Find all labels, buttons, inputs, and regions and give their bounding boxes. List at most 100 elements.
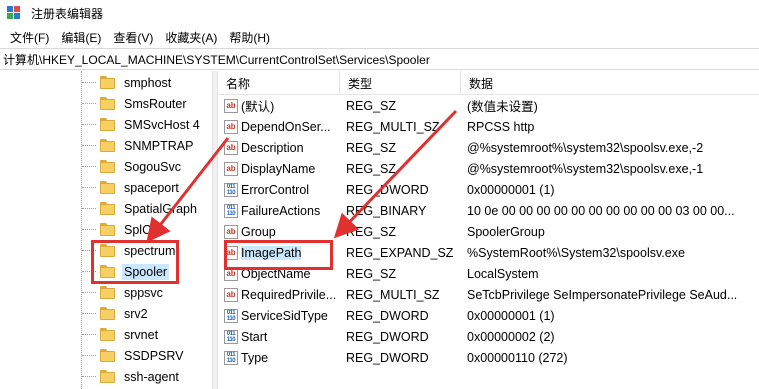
value-name: DisplayName (241, 161, 316, 176)
tree-branch-line (82, 334, 96, 335)
value-type: REG_DWORD (346, 182, 429, 197)
string-value-icon: ab (224, 224, 238, 239)
tree-item-spooler[interactable]: Spooler (82, 261, 170, 282)
value-name-cell: 011 110 ServiceSidType (218, 308, 340, 323)
value-name-cell: 011 110 FailureActions (218, 203, 340, 218)
folder-icon (100, 139, 115, 152)
folder-icon (100, 307, 115, 320)
tree-item-spaceport[interactable]: spaceport (82, 177, 181, 198)
folder-icon (100, 97, 115, 110)
values-list[interactable]: 名称 类型 数据 ab (默认) REG_SZ (数值未设置) ab DependOnSe… (218, 71, 759, 389)
tree-item-srv2[interactable]: srv2 (82, 303, 150, 324)
tree-item-label: SSDPSRV (124, 348, 184, 363)
tree-branch-line (82, 208, 96, 209)
column-header-type[interactable]: 类型 (340, 71, 461, 95)
tree-item-spectrum[interactable]: spectrum (82, 240, 177, 261)
menu-edit[interactable]: 编辑(E) (55, 27, 107, 48)
value-name-cell: 011 110 ErrorControl (218, 182, 340, 197)
tree-branch-line (82, 187, 96, 188)
value-row-[interactable]: ab (默认) REG_SZ (数值未设置) (218, 95, 759, 116)
value-row-failureactions[interactable]: 011 110 FailureActions REG_BINARY 10 0e 00 0… (218, 200, 759, 221)
value-data: LocalSystem (467, 266, 539, 281)
list-header: 名称 类型 数据 (218, 71, 759, 95)
string-value-icon: ab (224, 98, 238, 113)
tree-item-splcx[interactable]: SplCx (82, 219, 159, 240)
value-name: Start (241, 329, 268, 344)
tree-item-label: SmsRouter (124, 96, 187, 111)
string-value-icon: ab (224, 119, 238, 134)
folder-icon (100, 244, 115, 257)
value-type: REG_SZ (346, 161, 397, 176)
value-name: ErrorControl (241, 182, 310, 197)
value-data: SpoolerGroup (467, 224, 545, 239)
tree-item-sogousvc[interactable]: SogouSvc (82, 156, 183, 177)
value-name: ObjectName (241, 266, 311, 281)
value-data: @%systemroot%\system32\spoolsv.exe,-2 (467, 140, 704, 155)
folder-icon (100, 286, 115, 299)
folder-icon (100, 265, 115, 278)
value-row-imagepath[interactable]: ab ImagePath REG_EXPAND_SZ %SystemRoot%\Sys… (218, 242, 759, 263)
title-bar: 注册表编辑器 (0, 0, 759, 26)
tree-branch-line (82, 355, 96, 356)
binary-value-icon: 011 110 (224, 329, 238, 344)
tree-item-smsvchost-4[interactable]: SMSvcHost 4 (82, 114, 202, 135)
value-row-errorcontrol[interactable]: 011 110 ErrorControl REG_DWORD 0x00000001 (1… (218, 179, 759, 200)
tree-item-spatialgraph[interactable]: SpatialGraph (82, 198, 199, 219)
string-value-icon: ab (224, 266, 238, 281)
value-row-start[interactable]: 011 110 Start REG_DWORD 0x00000002 (2) (218, 326, 759, 347)
menu-bar: 文件(F) 编辑(E) 查看(V) 收藏夹(A) 帮助(H) (0, 26, 759, 48)
tree-item-ssh-agent[interactable]: ssh-agent (82, 366, 181, 387)
value-row-description[interactable]: ab Description REG_SZ @%systemroot%\system3… (218, 137, 759, 158)
value-row-displayname[interactable]: ab DisplayName REG_SZ @%systemroot%\system3… (218, 158, 759, 179)
menu-file[interactable]: 文件(F) (4, 27, 55, 48)
address-bar[interactable]: 计算机\HKEY_LOCAL_MACHINE\SYSTEM\CurrentCon… (0, 48, 759, 70)
tree-item-sppsvc[interactable]: sppsvc (82, 282, 165, 303)
value-row-objectname[interactable]: ab ObjectName REG_SZ LocalSystem (218, 263, 759, 284)
tree-branch-line (82, 376, 96, 377)
key-tree[interactable]: smphost SmsRouter SMSvcHost 4 SNMPTRAP Sogou… (0, 71, 212, 389)
value-name-cell: ab ImagePath (218, 245, 340, 260)
tree-item-label: SMSvcHost 4 (124, 117, 200, 132)
value-row-type[interactable]: 011 110 Type REG_DWORD 0x00000110 (272) (218, 347, 759, 368)
tree-item-smsrouter[interactable]: SmsRouter (82, 93, 189, 114)
tree-item-srvnet[interactable]: srvnet (82, 324, 160, 345)
string-value-icon: ab (224, 287, 238, 302)
value-type: REG_SZ (346, 98, 397, 113)
value-name: DependOnSer... (241, 119, 331, 134)
tree-branch-line (82, 124, 96, 125)
menu-view[interactable]: 查看(V) (107, 27, 159, 48)
folder-icon (100, 118, 115, 131)
tree-item-label: SplCx (124, 222, 158, 237)
value-name: Description (241, 140, 304, 155)
value-name-cell: ab (默认) (218, 96, 340, 115)
value-data: RPCSS http (467, 119, 535, 134)
binary-value-icon: 011 110 (224, 182, 238, 197)
value-name: Type (241, 350, 269, 365)
value-row-dependonser[interactable]: ab DependOnSer... REG_MULTI_SZ RPCSS http (218, 116, 759, 137)
tree-item-snmptrap[interactable]: SNMPTRAP (82, 135, 195, 156)
menu-favorites[interactable]: 收藏夹(A) (159, 27, 223, 48)
tree-item-smphost[interactable]: smphost (82, 72, 173, 93)
window-title: 注册表编辑器 (31, 6, 104, 21)
tree-item-label: srv2 (124, 306, 148, 321)
folder-icon (100, 202, 115, 215)
column-header-data[interactable]: 数据 (461, 71, 759, 95)
value-name-cell: ab Description (218, 140, 340, 155)
tree-branch-line (82, 250, 96, 251)
value-name-cell: ab ObjectName (218, 266, 340, 281)
column-header-name[interactable]: 名称 (218, 71, 340, 95)
tree-item-ssdpsrv[interactable]: SSDPSRV (82, 345, 186, 366)
value-type: REG_BINARY (346, 203, 427, 218)
address-path[interactable]: 计算机\HKEY_LOCAL_MACHINE\SYSTEM\CurrentCon… (3, 51, 430, 68)
value-type: REG_EXPAND_SZ (346, 245, 454, 260)
tree-item-label: Spooler (122, 263, 170, 280)
value-data: 0x00000001 (1) (467, 182, 555, 197)
value-name: ImagePath (241, 245, 302, 260)
menu-help[interactable]: 帮助(H) (223, 27, 276, 48)
tree-item-label: sppsvc (124, 285, 163, 300)
value-row-requiredprivile[interactable]: ab RequiredPrivile... REG_MULTI_SZ SeTcbPri… (218, 284, 759, 305)
value-row-servicesidtype[interactable]: 011 110 ServiceSidType REG_DWORD 0x00000001 … (218, 305, 759, 326)
tree-item-label: ssh-agent (124, 369, 179, 384)
tree-item-label: SpatialGraph (124, 201, 197, 216)
value-row-group[interactable]: ab Group REG_SZ SpoolerGroup (218, 221, 759, 242)
